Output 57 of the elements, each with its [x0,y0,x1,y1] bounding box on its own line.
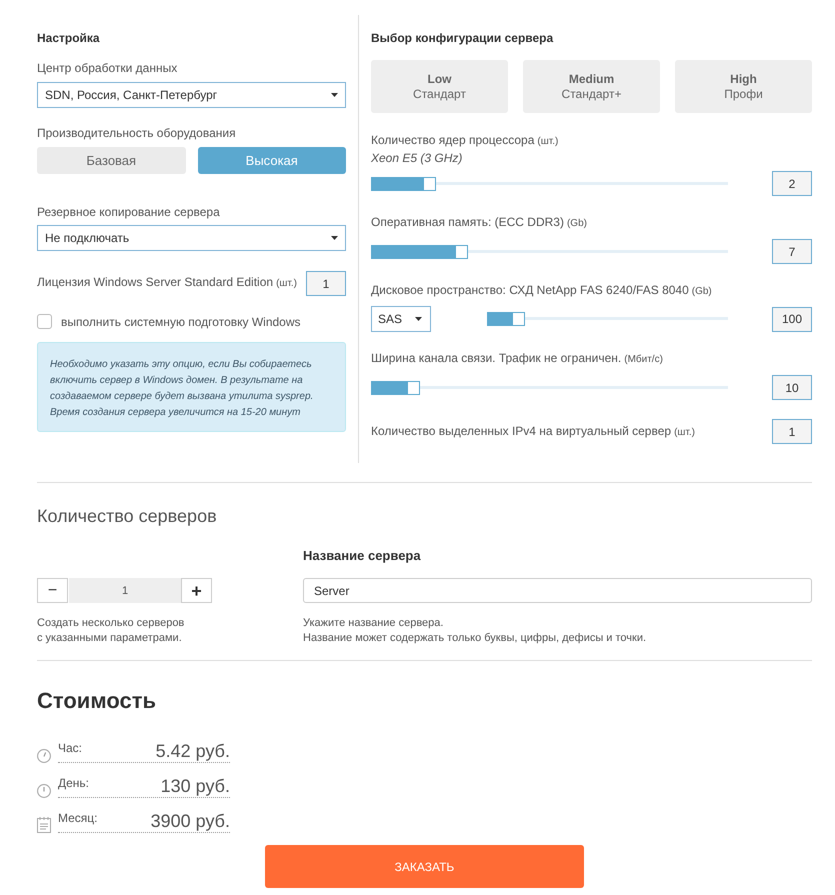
section-title: Название сервера [303,548,422,564]
clock-icon [37,784,51,798]
help-text: Укажите название сервера. Название может содержать только буквы, цифры, дефисы и точки. [303,616,648,646]
disk-type-select[interactable]: SAS [371,306,431,332]
info-note: Необходимо указать эту опцию, если Вы собираетесь включить сервер в Windows домен. В результате на создаваемом сервере будет вызвана утилита sysprep. Время создания сервера увеличится на 15-20 минут [37,342,346,432]
value-field[interactable]: 1 [306,271,346,296]
price-value: 130 руб. [160,776,230,797]
slider-handle[interactable] [455,244,468,258]
field-label: Резервное копирование сервера [37,204,221,220]
preset-card[interactable]: High Профи [675,60,812,113]
quantity-field[interactable]: 1 [69,578,181,603]
server-name-field[interactable]: Server [303,578,812,603]
field-label: Лицензия Windows Server Standard Edition (шт.) [37,274,298,290]
checkbox-label: выполнить системную подготовку Windows [61,314,301,330]
field-label: Центр обработки данных [37,60,178,76]
slider-track[interactable] [371,244,728,258]
help-text: Создать несколько серверов с указанными параметрами. [37,616,186,646]
value-field[interactable]: 100 [772,306,812,332]
performance-option-button[interactable]: Базовая [37,147,186,174]
slider-handle[interactable] [512,312,525,326]
caret-icon [331,93,338,97]
clock-icon [37,749,51,763]
slider-track[interactable] [371,176,728,190]
datacenter-select[interactable]: SDN, Россия, Санкт-Петербург [37,82,346,108]
value-field[interactable]: 2 [772,171,812,196]
increment-button[interactable]: + [181,578,212,603]
field-label: Количество ядер процессора (шт.) [371,132,560,149]
preset-card[interactable]: Low Стандарт [371,60,508,113]
caret-icon [415,317,422,321]
field-sublabel: Xeon E5 (3 GHz) [371,150,464,166]
checkbox[interactable] [37,314,52,329]
price-value: 3900 руб. [150,811,230,832]
price-label: Месяц: [58,811,98,827]
calendar-icon [37,817,51,833]
price-label: День: [58,776,90,792]
value-field[interactable]: 10 [772,375,812,400]
field-label: Дисковое пространство: СХД NetApp FAS 6240/FAS 8040 (Gb) [371,282,713,299]
field-label: Производительность оборудования [37,125,237,141]
section-title: Стоимость [37,687,158,715]
price-label: Час: [58,741,82,757]
field-label: Количество выделенных IPv4 на виртуальный сервер (шт.) [371,422,695,440]
backup-select[interactable]: Не подключать [37,225,346,251]
section-title: Выбор конфигурации сервера [371,30,554,46]
price-value: 5.42 руб. [156,741,230,762]
slider-track[interactable] [487,312,728,326]
section-title: Настройка [37,30,101,46]
slider-handle[interactable] [423,176,436,190]
caret-icon [331,236,338,240]
decrement-button[interactable]: − [37,578,68,603]
field-label: Оперативная память: (ECC DDR3) (Gb) [371,214,588,231]
preset-card[interactable]: Medium Стандарт+ [523,60,660,113]
value-field[interactable]: 1 [772,419,812,444]
section-title: Количество серверов [37,505,218,528]
field-label: Ширина канала связи. Трафик не ограничен. (Мбит/с) [371,350,664,367]
slider-track[interactable] [371,380,728,394]
slider-handle[interactable] [407,380,420,394]
value-field[interactable]: 7 [772,239,812,264]
